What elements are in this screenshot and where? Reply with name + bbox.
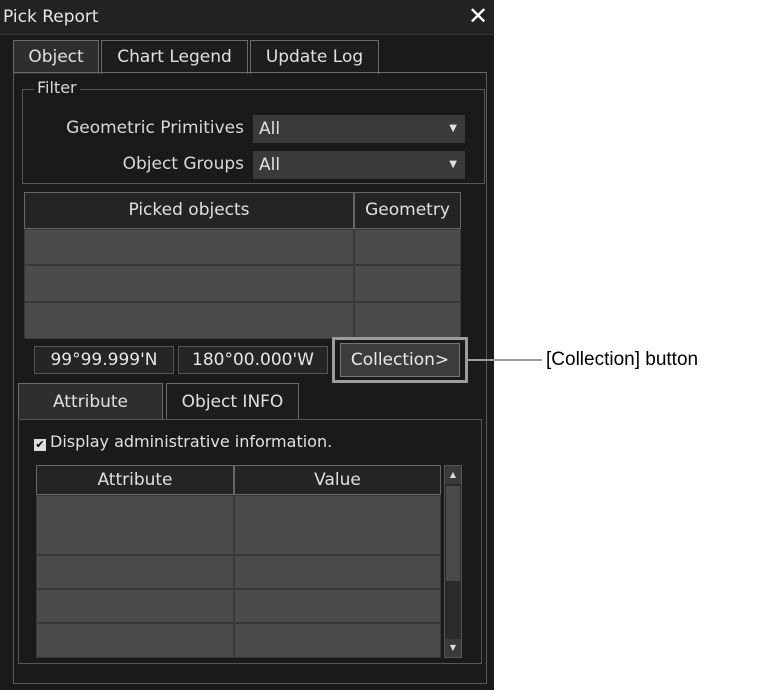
scrollbar-thumb[interactable] — [446, 486, 460, 581]
table-row[interactable] — [234, 555, 441, 589]
attribute-header[interactable]: Attribute — [36, 465, 234, 495]
check-icon: ✔ — [34, 438, 46, 451]
callout-highlight — [332, 337, 468, 383]
value-header[interactable]: Value — [234, 465, 441, 495]
object-groups-value: All — [259, 155, 281, 175]
object-groups-label: Object Groups — [122, 154, 244, 174]
object-groups-select[interactable]: All ▼ — [253, 151, 465, 179]
filter-label: Filter — [34, 78, 80, 97]
callout-leader-line — [468, 359, 542, 361]
display-admin-label: Display administrative information. — [50, 432, 333, 451]
tab-attribute[interactable]: Attribute — [18, 383, 163, 420]
scroll-up-icon[interactable]: ▲ — [445, 466, 461, 484]
table-row[interactable] — [234, 495, 441, 555]
table-row[interactable] — [36, 623, 234, 658]
tab-object-info[interactable]: Object INFO — [166, 383, 299, 420]
geometric-primitives-select[interactable]: All ▼ — [253, 115, 465, 143]
table-row[interactable] — [24, 265, 354, 302]
table-row[interactable] — [234, 623, 441, 658]
table-row[interactable] — [36, 589, 234, 623]
table-row[interactable] — [354, 265, 461, 302]
tab-chart-legend[interactable]: Chart Legend — [101, 40, 248, 74]
table-row[interactable] — [24, 229, 354, 265]
table-row[interactable] — [354, 302, 461, 339]
geometric-primitives-label: Geometric Primitives — [66, 118, 244, 138]
chevron-down-icon: ▼ — [449, 159, 457, 170]
chevron-down-icon: ▼ — [449, 123, 457, 134]
scroll-down-icon[interactable]: ▼ — [445, 639, 461, 657]
table-row[interactable] — [36, 555, 234, 589]
window-title: Pick Report — [3, 7, 99, 27]
title-bar: Pick Report ✕ — [0, 0, 494, 35]
display-admin-checkbox[interactable]: ✔ Display administrative information. — [34, 432, 332, 451]
table-row[interactable] — [354, 229, 461, 265]
table-row[interactable] — [234, 589, 441, 623]
geometric-primitives-value: All — [259, 119, 281, 139]
tab-object[interactable]: Object — [13, 40, 99, 74]
callout-label: [Collection] button — [546, 349, 699, 370]
close-icon[interactable]: ✕ — [466, 4, 490, 28]
table-row[interactable] — [24, 302, 354, 339]
longitude-readout: 180°00.000'W — [178, 346, 328, 374]
latitude-readout: 99°99.999'N — [34, 346, 174, 374]
tab-update-log[interactable]: Update Log — [250, 40, 379, 74]
table-row[interactable] — [36, 495, 234, 555]
picked-objects-header[interactable]: Picked objects — [24, 192, 354, 229]
geometry-header[interactable]: Geometry — [354, 192, 461, 229]
